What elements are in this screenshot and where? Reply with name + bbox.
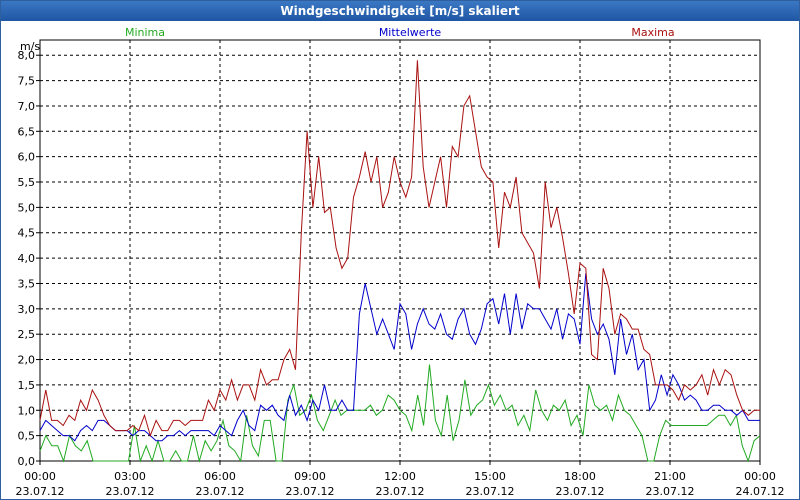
x-tick-time: 09:00 [294, 470, 326, 483]
y-tick-label: 0,5 [18, 430, 36, 443]
x-axis: 00:00 23.07.12 03:00 23.07.12 06:00 23.07.12 0… [16, 461, 785, 498]
x-tick-time: 03:00 [114, 470, 146, 483]
y-tick-label: 1,5 [18, 379, 36, 392]
x-tick-date: 23.07.12 [556, 485, 605, 498]
x-tick-time: 15:00 [474, 470, 506, 483]
y-tick-label: 1,0 [18, 404, 36, 417]
x-tick-date: 23.07.12 [196, 485, 245, 498]
x-tick-date: 23.07.12 [376, 485, 425, 498]
y-tick-label: 0,0 [18, 455, 36, 468]
x-tick-time: 12:00 [384, 470, 416, 483]
y-tick-label: 4,0 [18, 252, 36, 265]
legend-entry-mittelwerte: Mittelwerte [379, 26, 442, 39]
y-tick-label: 6,0 [18, 151, 36, 164]
x-tick-time: 00:00 [744, 470, 776, 483]
x-tick-date: 23.07.12 [286, 485, 335, 498]
y-tick-label: 5,0 [18, 201, 36, 214]
y-tick-label: 7,0 [18, 100, 36, 113]
legend: Minima Mittelwerte Maxima [125, 26, 675, 39]
y-axis: m/s 0,00,51,01,52,02,53,03,54,04,55,05,5… [18, 40, 41, 468]
y-tick-label: 3,0 [18, 303, 36, 316]
y-tick-label: 5,5 [18, 176, 36, 189]
y-tick-label: 8,0 [18, 49, 36, 62]
legend-entry-maxima: Maxima [631, 26, 674, 39]
x-tick-time: 21:00 [654, 470, 686, 483]
y-tick-label: 3,5 [18, 277, 36, 290]
x-tick-date: 24.07.12 [736, 485, 785, 498]
x-tick-date: 23.07.12 [466, 485, 515, 498]
x-tick-date: 23.07.12 [16, 485, 65, 498]
y-tick-label: 7,5 [18, 75, 36, 88]
x-tick-time: 18:00 [564, 470, 596, 483]
legend-entry-minima: Minima [125, 26, 165, 39]
x-tick-date: 23.07.12 [646, 485, 695, 498]
y-tick-label: 6,5 [18, 125, 36, 138]
y-tick-label: 4,5 [18, 227, 36, 240]
x-tick-time: 00:00 [24, 470, 56, 483]
y-tick-label: 2,5 [18, 328, 36, 341]
x-tick-time: 06:00 [204, 470, 236, 483]
y-tick-label: 2,0 [18, 354, 36, 367]
x-tick-date: 23.07.12 [106, 485, 155, 498]
wind-speed-chart: m/s 0,00,51,01,52,02,53,03,54,04,55,05,5… [16, 26, 785, 498]
